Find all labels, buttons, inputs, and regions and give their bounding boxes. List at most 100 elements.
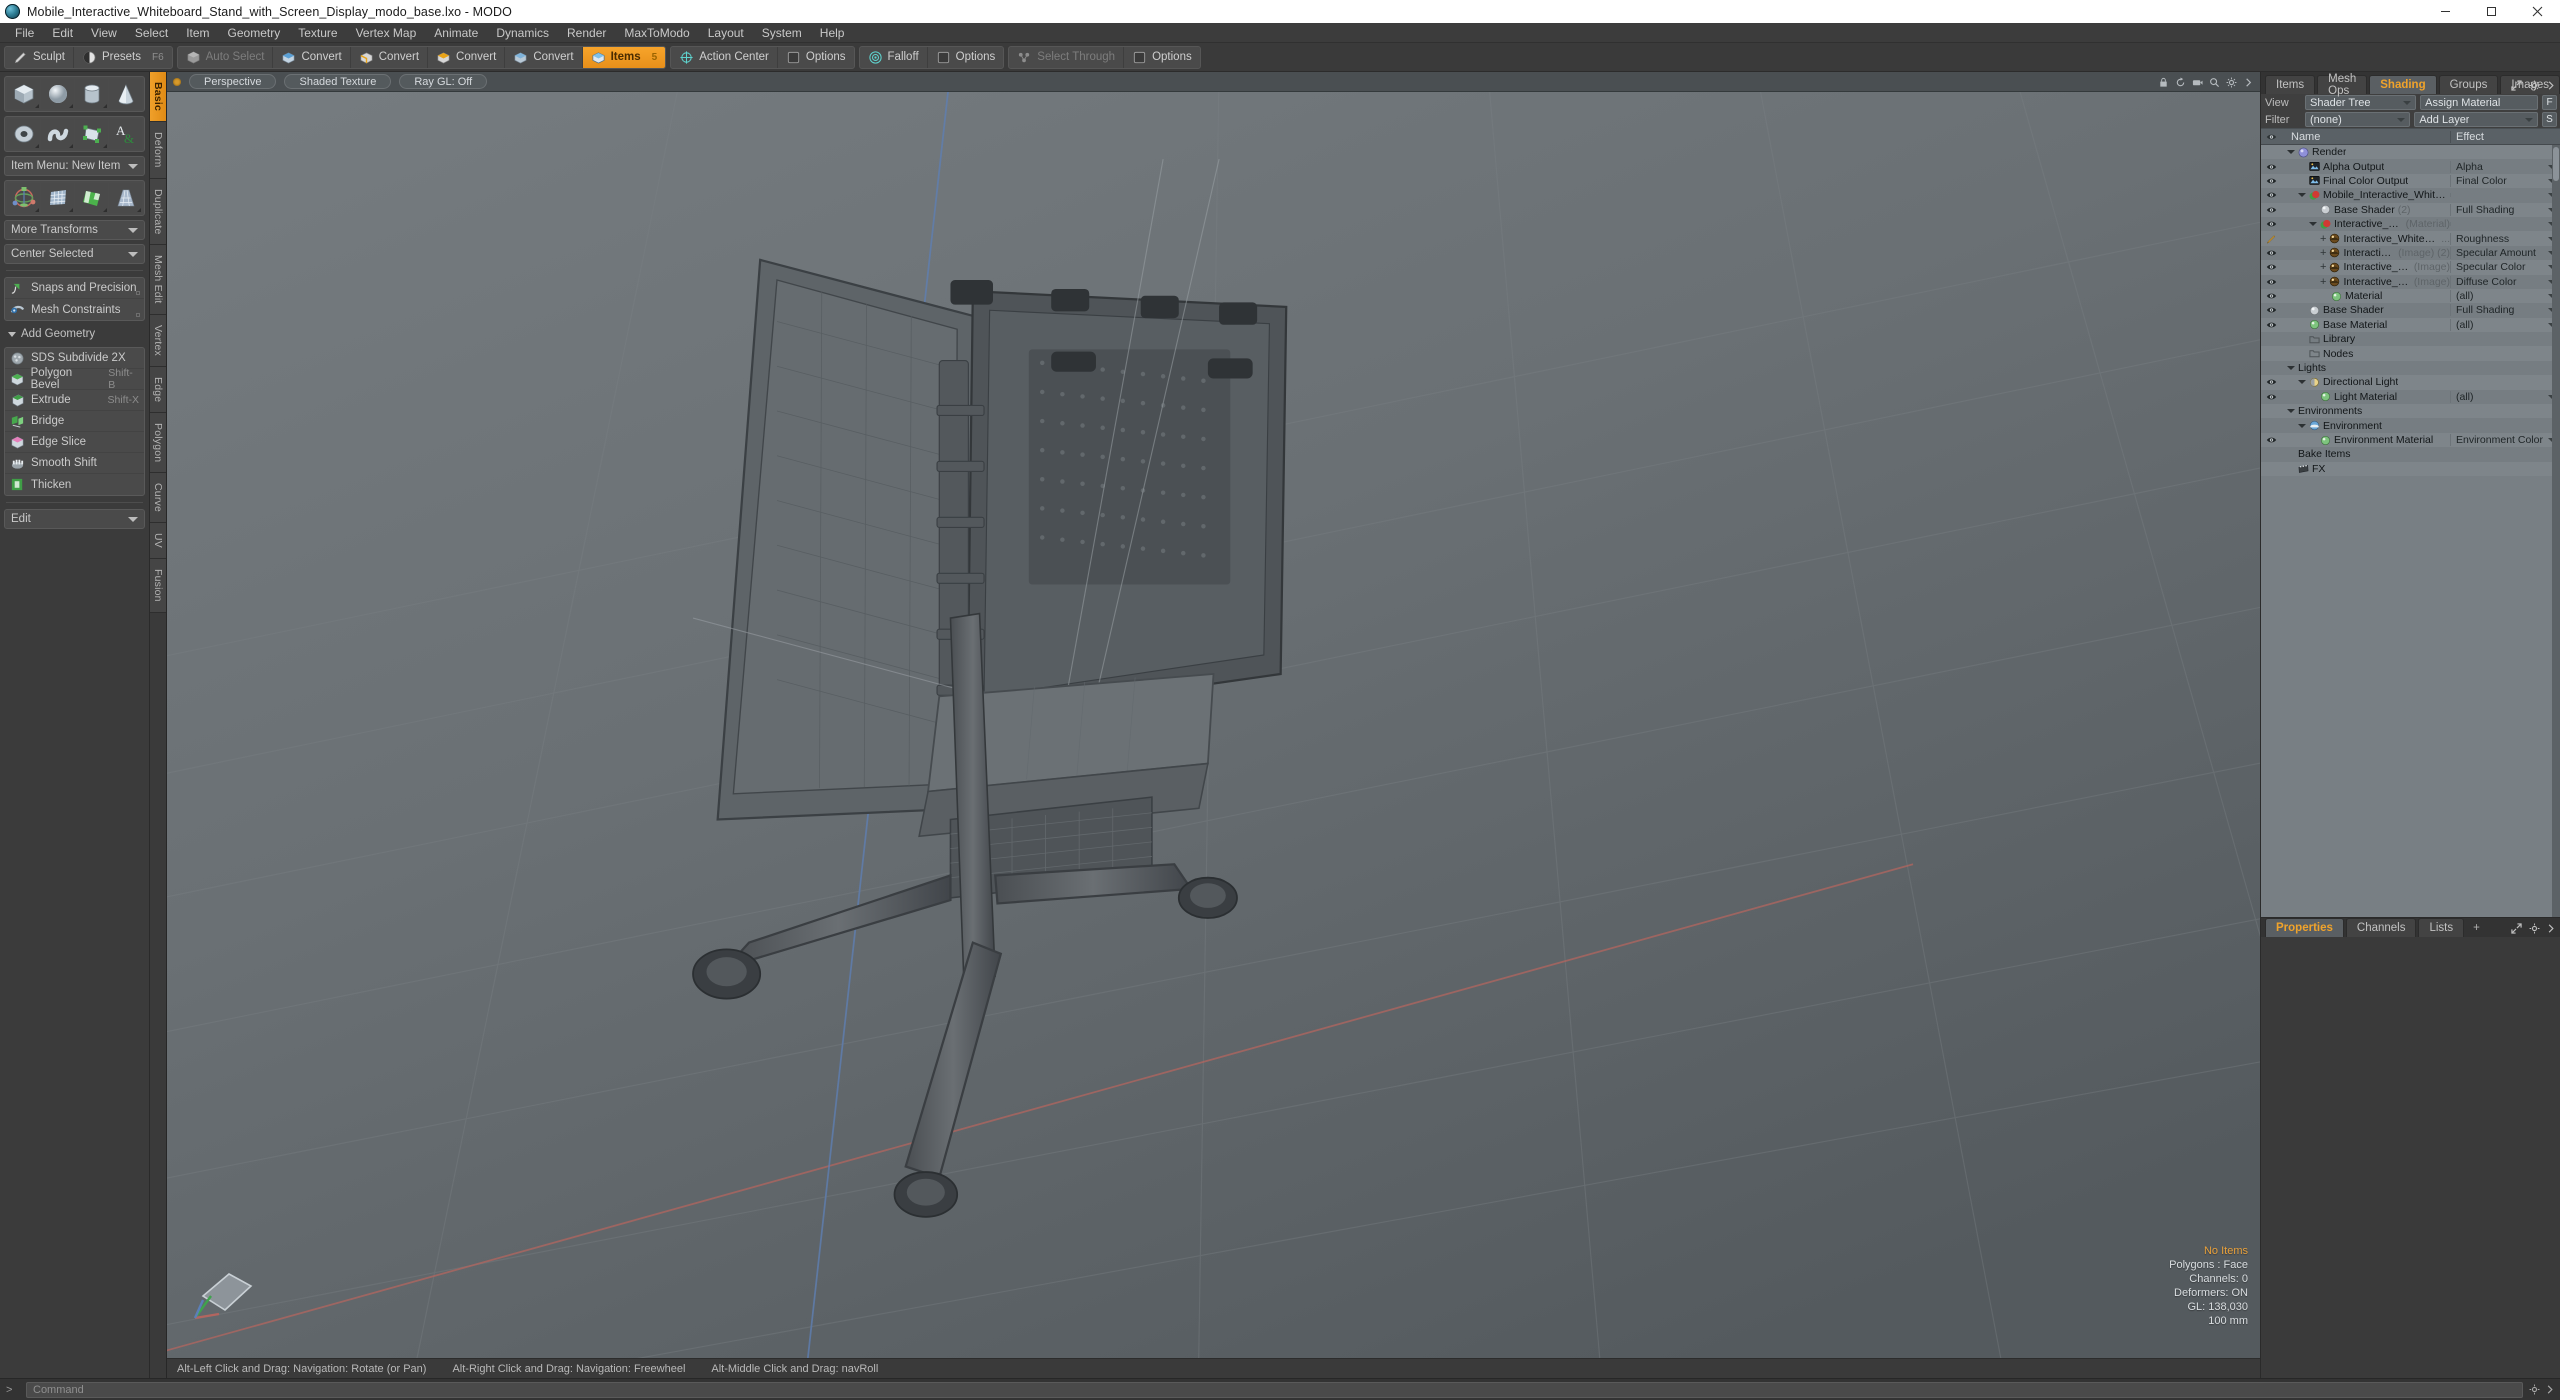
- shader-tree-row[interactable]: Render: [2261, 145, 2560, 160]
- presets-button[interactable]: Presets F6: [74, 47, 172, 68]
- assign-material-button[interactable]: Assign Material: [2420, 95, 2538, 110]
- sds-subdivide-button[interactable]: SDS Subdivide 2X: [5, 348, 144, 369]
- twisty-plus-icon[interactable]: +: [2320, 262, 2326, 273]
- tab-items[interactable]: Items: [2265, 75, 2316, 94]
- select-through-button[interactable]: Select Through: [1009, 46, 1125, 68]
- shader-tree-row[interactable]: Library: [2261, 332, 2560, 347]
- gear-icon[interactable]: [2226, 77, 2237, 88]
- shader-tree-row[interactable]: Base Material (all): [2261, 317, 2560, 333]
- shader-tree-effect-cell[interactable]: Full Shading: [2450, 203, 2560, 216]
- menu-texture[interactable]: Texture: [289, 24, 346, 42]
- visibility-toggle[interactable]: [2261, 306, 2281, 314]
- falloff-button[interactable]: Falloff: [860, 46, 928, 68]
- convert-vertex-button[interactable]: Convert: [273, 46, 351, 68]
- action-center-button[interactable]: Action Center: [671, 46, 778, 68]
- sculpt-button[interactable]: Sculpt: [5, 46, 74, 68]
- chevron-right-icon[interactable]: [2546, 1384, 2554, 1395]
- 3d-viewport[interactable]: No Items Polygons : Face Channels: 0 Def…: [167, 92, 2260, 1358]
- visibility-toggle[interactable]: [2261, 163, 2281, 171]
- shader-tree-row[interactable]: Final Color Output Final Color: [2261, 173, 2560, 189]
- search-icon[interactable]: [2209, 77, 2220, 88]
- menu-vertex-map[interactable]: Vertex Map: [347, 24, 426, 42]
- bend-tool-button[interactable]: [41, 183, 74, 213]
- expand-icon[interactable]: [2511, 923, 2522, 934]
- snaps-options-marker[interactable]: [136, 291, 140, 295]
- menu-edit[interactable]: Edit: [43, 24, 82, 42]
- tab-mesh-ops[interactable]: Mesh Ops: [2317, 73, 2368, 97]
- tube-primitive-button[interactable]: [41, 119, 74, 149]
- snaps-and-precision-button[interactable]: Snaps and Precision: [5, 278, 144, 299]
- camera-icon[interactable]: [2192, 77, 2203, 88]
- shader-tree-effect-cell[interactable]: Roughness: [2450, 232, 2560, 245]
- visibility-toggle[interactable]: [2261, 436, 2281, 444]
- visibility-toggle[interactable]: [2261, 321, 2281, 329]
- polygon-primitive-button[interactable]: [75, 119, 108, 149]
- transform-tool-button[interactable]: [7, 183, 40, 213]
- shader-tree-scrollbar[interactable]: [2552, 145, 2560, 917]
- shader-tree-effect-cell[interactable]: Specular Amount: [2450, 246, 2560, 259]
- thicken-button[interactable]: Thicken: [5, 474, 144, 495]
- convert-edge-button[interactable]: Convert: [351, 46, 429, 68]
- auto-select-button[interactable]: Auto Select: [178, 46, 274, 68]
- menu-render[interactable]: Render: [558, 24, 615, 42]
- add-geometry-section-header[interactable]: Add Geometry: [4, 325, 145, 343]
- vtab-polygon[interactable]: Polygon: [150, 413, 166, 474]
- menu-item[interactable]: Item: [177, 24, 218, 42]
- shader-tree-effect-cell[interactable]: [2450, 193, 2560, 198]
- shader-tree-row[interactable]: Environments: [2261, 404, 2560, 419]
- taper-tool-button[interactable]: [109, 183, 142, 213]
- shader-tree-effect-cell[interactable]: Alpha: [2450, 160, 2560, 173]
- chevron-right-icon[interactable]: [2547, 923, 2555, 934]
- visibility-toggle[interactable]: [2261, 393, 2281, 401]
- menu-file[interactable]: File: [6, 24, 43, 42]
- edge-slice-button[interactable]: Edge Slice: [5, 432, 144, 453]
- polygon-bevel-button[interactable]: Polygon Bevel Shift-B: [5, 367, 144, 391]
- chevron-right-icon[interactable]: [2243, 77, 2254, 88]
- bridge-button[interactable]: Bridge: [5, 411, 144, 432]
- shader-tree-effect-cell[interactable]: Final Color: [2450, 174, 2560, 187]
- smooth-shift-button[interactable]: Smooth Shift: [5, 453, 144, 474]
- cone-primitive-button[interactable]: [109, 79, 142, 109]
- shader-tree-row[interactable]: Interactive_Whiteboard_MAT(Material): [2261, 216, 2560, 232]
- vtab-edge[interactable]: Edge: [150, 366, 166, 414]
- shader-tree-row[interactable]: + Interactive_Whiteboard_reflect(Image) (…: [2261, 245, 2560, 261]
- torus-primitive-button[interactable]: [7, 119, 40, 149]
- tab-bottom-add[interactable]: +: [2466, 918, 2487, 937]
- vtab-duplicate[interactable]: Duplicate: [150, 178, 166, 246]
- reset-icon[interactable]: [2175, 76, 2186, 88]
- lock-icon[interactable]: [2158, 77, 2169, 88]
- shader-tree-row[interactable]: Environment: [2261, 418, 2560, 433]
- visibility-toggle[interactable]: [2261, 191, 2281, 199]
- shader-tree-row[interactable]: Mobile_Interactive_Whiteboard_Stand_with…: [2261, 188, 2560, 203]
- minimize-button[interactable]: [2422, 0, 2468, 23]
- menu-maxtomodo[interactable]: MaxToModo: [615, 24, 698, 42]
- visibility-toggle[interactable]: [2261, 220, 2281, 228]
- ray-gl-chip[interactable]: Ray GL: Off: [399, 74, 488, 89]
- gear-icon[interactable]: [2529, 923, 2540, 934]
- mesh-constraints-button[interactable]: Mesh Constraints: [5, 299, 144, 320]
- shading-mode-chip[interactable]: Shaded Texture: [284, 74, 392, 89]
- maximize-button[interactable]: [2468, 0, 2514, 23]
- shader-tree-effect-cell[interactable]: [2450, 222, 2560, 227]
- shader-tree-row[interactable]: Lights: [2261, 360, 2560, 376]
- twisty-open-icon[interactable]: [2298, 380, 2306, 385]
- close-button[interactable]: [2514, 0, 2560, 23]
- gear-icon[interactable]: [2529, 80, 2540, 91]
- viewport-axis-gizmo[interactable]: [185, 1238, 275, 1328]
- command-input[interactable]: Command: [26, 1381, 2523, 1398]
- shader-tree-row[interactable]: + Interactive_Whiteboard_diffuse(Image) Di…: [2261, 274, 2560, 289]
- falloff-options-button[interactable]: Options: [928, 47, 1004, 68]
- shader-tree-row[interactable]: Base Shader (2) Full Shading: [2261, 202, 2560, 217]
- view-mode-chip[interactable]: Perspective: [189, 74, 277, 89]
- menu-view[interactable]: View: [82, 24, 126, 42]
- extrude-button[interactable]: Extrude Shift-X: [5, 390, 144, 411]
- center-selected-dropdown[interactable]: Center Selected: [4, 244, 145, 264]
- menu-select[interactable]: Select: [126, 24, 177, 42]
- sphere-primitive-button[interactable]: [41, 79, 74, 109]
- menu-help[interactable]: Help: [811, 24, 854, 42]
- shader-tree-row[interactable]: Nodes: [2261, 346, 2560, 361]
- visibility-toggle[interactable]: [2261, 278, 2281, 286]
- vtab-vertex[interactable]: Vertex: [150, 314, 166, 367]
- twisty-open-icon[interactable]: [2287, 366, 2295, 371]
- shader-tree-row[interactable]: FX: [2261, 461, 2560, 476]
